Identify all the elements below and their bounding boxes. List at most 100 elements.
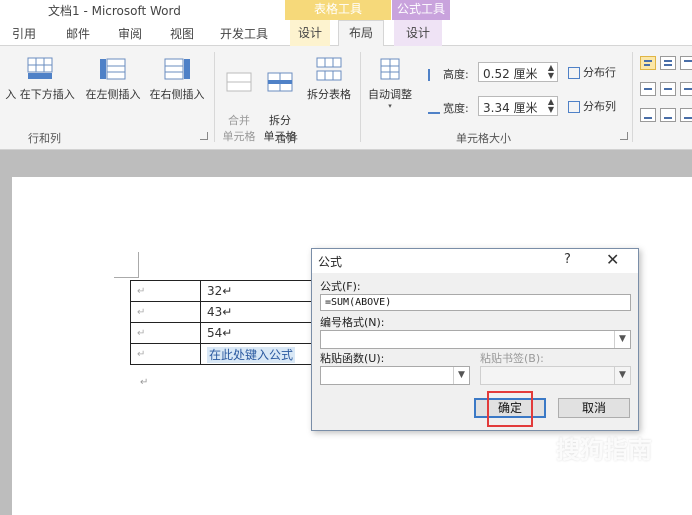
width-spinner[interactable]: 3.34 厘米 ▲ ▼ [478, 96, 558, 116]
watermark-text: 搜狗指南 [556, 436, 652, 464]
close-icon[interactable]: ✕ [606, 250, 619, 269]
align-bottom-right-icon[interactable] [680, 108, 692, 122]
formula-field-placeholder[interactable]: 在此处键入公式 [207, 346, 296, 363]
cell-end-mark: ↵ [137, 285, 146, 297]
tab-developer[interactable]: 开发工具 [220, 25, 268, 42]
merge-cells-label: 合并 单元格 [222, 114, 256, 143]
help-icon[interactable]: ? [564, 252, 571, 267]
table-row[interactable]: ↵ 在此处键入公式 [130, 343, 331, 365]
insert-left-button[interactable]: 在左侧插入 [82, 56, 144, 102]
table-row[interactable]: ↵ 54↵ [130, 322, 331, 344]
watermark-logo-icon [518, 433, 548, 463]
context-tab-formula-tools: 公式工具 [392, 0, 450, 20]
insert-left-icon [100, 58, 126, 80]
distribute-cols-button[interactable]: 分布列 [568, 98, 616, 114]
title-bar: 文档1 - Microsoft Word 表格工具 公式工具 [0, 0, 692, 20]
align-middle-left-icon[interactable] [640, 82, 656, 96]
table-cell[interactable]: ↵ [130, 280, 201, 302]
cell-size-launcher-icon[interactable] [620, 132, 628, 140]
insert-below-icon [27, 57, 53, 79]
align-middle-right-icon[interactable] [680, 82, 692, 96]
paragraph-mark: ↵ [140, 377, 149, 388]
autofit-label: 自动调整 [368, 88, 412, 101]
group-divider [632, 52, 633, 142]
distribute-rows-button[interactable]: 分布行 [568, 64, 616, 80]
ok-button-highlight [487, 391, 533, 427]
distribute-cols-icon [568, 101, 580, 113]
align-top-left-icon[interactable] [640, 56, 656, 70]
margin-corner-mark [138, 252, 139, 278]
cell-value: 54↵ [207, 326, 233, 340]
tab-formula-design[interactable]: 设计 [394, 20, 443, 46]
distribute-cols-label: 分布列 [583, 100, 616, 113]
group-divider [360, 52, 361, 142]
group-divider [214, 52, 215, 142]
ribbon: 入 在下方插入 在左侧插入 在右侧插入 行和列 合并 单元格 拆分 单元格 拆分… [0, 46, 692, 150]
distribute-rows-label: 分布行 [583, 66, 616, 79]
align-top-right-icon[interactable] [680, 56, 692, 70]
ribbon-tabs: 引用 邮件 审阅 视图 开发工具 设计 布局 设计 [0, 20, 692, 47]
insert-right-label: 在右侧插入 [149, 88, 205, 101]
tab-mailings[interactable]: 邮件 [66, 25, 90, 42]
tab-references[interactable]: 引用 [12, 25, 36, 42]
align-bottom-left-icon[interactable] [640, 108, 656, 122]
table-cell[interactable]: ↵ [130, 343, 201, 365]
height-label: 高度: [443, 68, 469, 81]
window-title: 文档1 - Microsoft Word [48, 4, 181, 18]
insert-right-button[interactable]: 在右侧插入 [146, 56, 208, 102]
insert-below-button[interactable]: 入 在下方插入 [0, 56, 80, 102]
cell-value: 32↵ [207, 284, 233, 298]
autofit-icon [380, 58, 400, 80]
height-spinner[interactable]: 0.52 厘米 ▲ ▼ [478, 62, 558, 82]
autofit-button[interactable]: 自动调整 ▾ [364, 56, 416, 110]
height-value: 0.52 厘米 [483, 67, 538, 81]
tab-view[interactable]: 视图 [170, 25, 194, 42]
split-cells-icon [267, 72, 293, 92]
group-label-cell-size: 单元格大小 [456, 132, 511, 145]
paste-bookmark-select[interactable]: ▼ [480, 366, 631, 385]
group-label-merge: 合并 [276, 132, 298, 145]
align-middle-center-icon[interactable] [660, 82, 676, 96]
group-label-rows-cols: 行和列 [28, 132, 61, 145]
chevron-down-icon[interactable]: ▼ [614, 367, 630, 384]
paste-bookmark-label: 粘贴书签(B): [480, 352, 544, 365]
split-table-icon [316, 57, 342, 81]
align-bottom-center-icon[interactable] [660, 108, 676, 122]
spinner-arrows-icon[interactable]: ▲ ▼ [548, 64, 554, 80]
insert-right-icon [164, 58, 190, 80]
dialog-title: 公式 [318, 255, 343, 269]
cell-end-mark: ↵ [137, 306, 146, 318]
tab-table-layout[interactable]: 布局 [338, 20, 385, 47]
formula-input[interactable]: =SUM(ABOVE) [320, 294, 631, 311]
merge-cells-icon [226, 72, 252, 92]
split-table-button[interactable]: 拆分表格 [302, 56, 356, 102]
chevron-down-icon[interactable]: ▼ [453, 367, 469, 384]
tab-review[interactable]: 审阅 [118, 25, 142, 42]
formula-dialog: 公式 ? ✕ 公式(F): =SUM(ABOVE) 编号格式(N): ▼ 粘贴函… [311, 248, 639, 431]
paste-function-label: 粘贴函数(U): [320, 352, 385, 365]
tab-table-design[interactable]: 设计 [290, 20, 331, 46]
table-row[interactable]: ↵ 32↵ [130, 280, 331, 302]
margin-corner-mark [114, 277, 138, 278]
chevron-down-icon[interactable]: ▼ [614, 331, 630, 348]
table-row[interactable]: ↵ 43↵ [130, 301, 331, 323]
autofit-dropdown-icon: ▾ [388, 102, 392, 110]
table-cell[interactable]: ↵ [130, 322, 201, 344]
align-top-center-icon[interactable] [660, 56, 676, 70]
width-value: 3.34 厘米 [483, 101, 538, 115]
spinner-arrows-icon[interactable]: ▲ ▼ [548, 98, 554, 114]
rows-cols-launcher-icon[interactable] [200, 132, 208, 140]
insert-below-label: 入 在下方插入 [5, 88, 75, 101]
table-cell[interactable]: ↵ [130, 301, 201, 323]
cancel-button[interactable]: 取消 [558, 398, 630, 418]
dialog-title-bar[interactable]: 公式 ? ✕ [312, 249, 638, 273]
document-table[interactable]: ↵ 32↵ ↵ 43↵ ↵ 54↵ ↵ 在此处键入公式 [130, 280, 331, 365]
watermark-subtext: zhinan.sogou.com [538, 471, 655, 484]
number-format-select[interactable]: ▼ [320, 330, 631, 349]
cell-value: 43↵ [207, 305, 233, 319]
height-row: 高度: [428, 66, 469, 82]
merge-cells-button[interactable]: 合并 单元格 [218, 56, 260, 144]
distribute-rows-icon [568, 67, 580, 79]
paste-function-select[interactable]: ▼ [320, 366, 470, 385]
split-table-label: 拆分表格 [307, 88, 351, 101]
